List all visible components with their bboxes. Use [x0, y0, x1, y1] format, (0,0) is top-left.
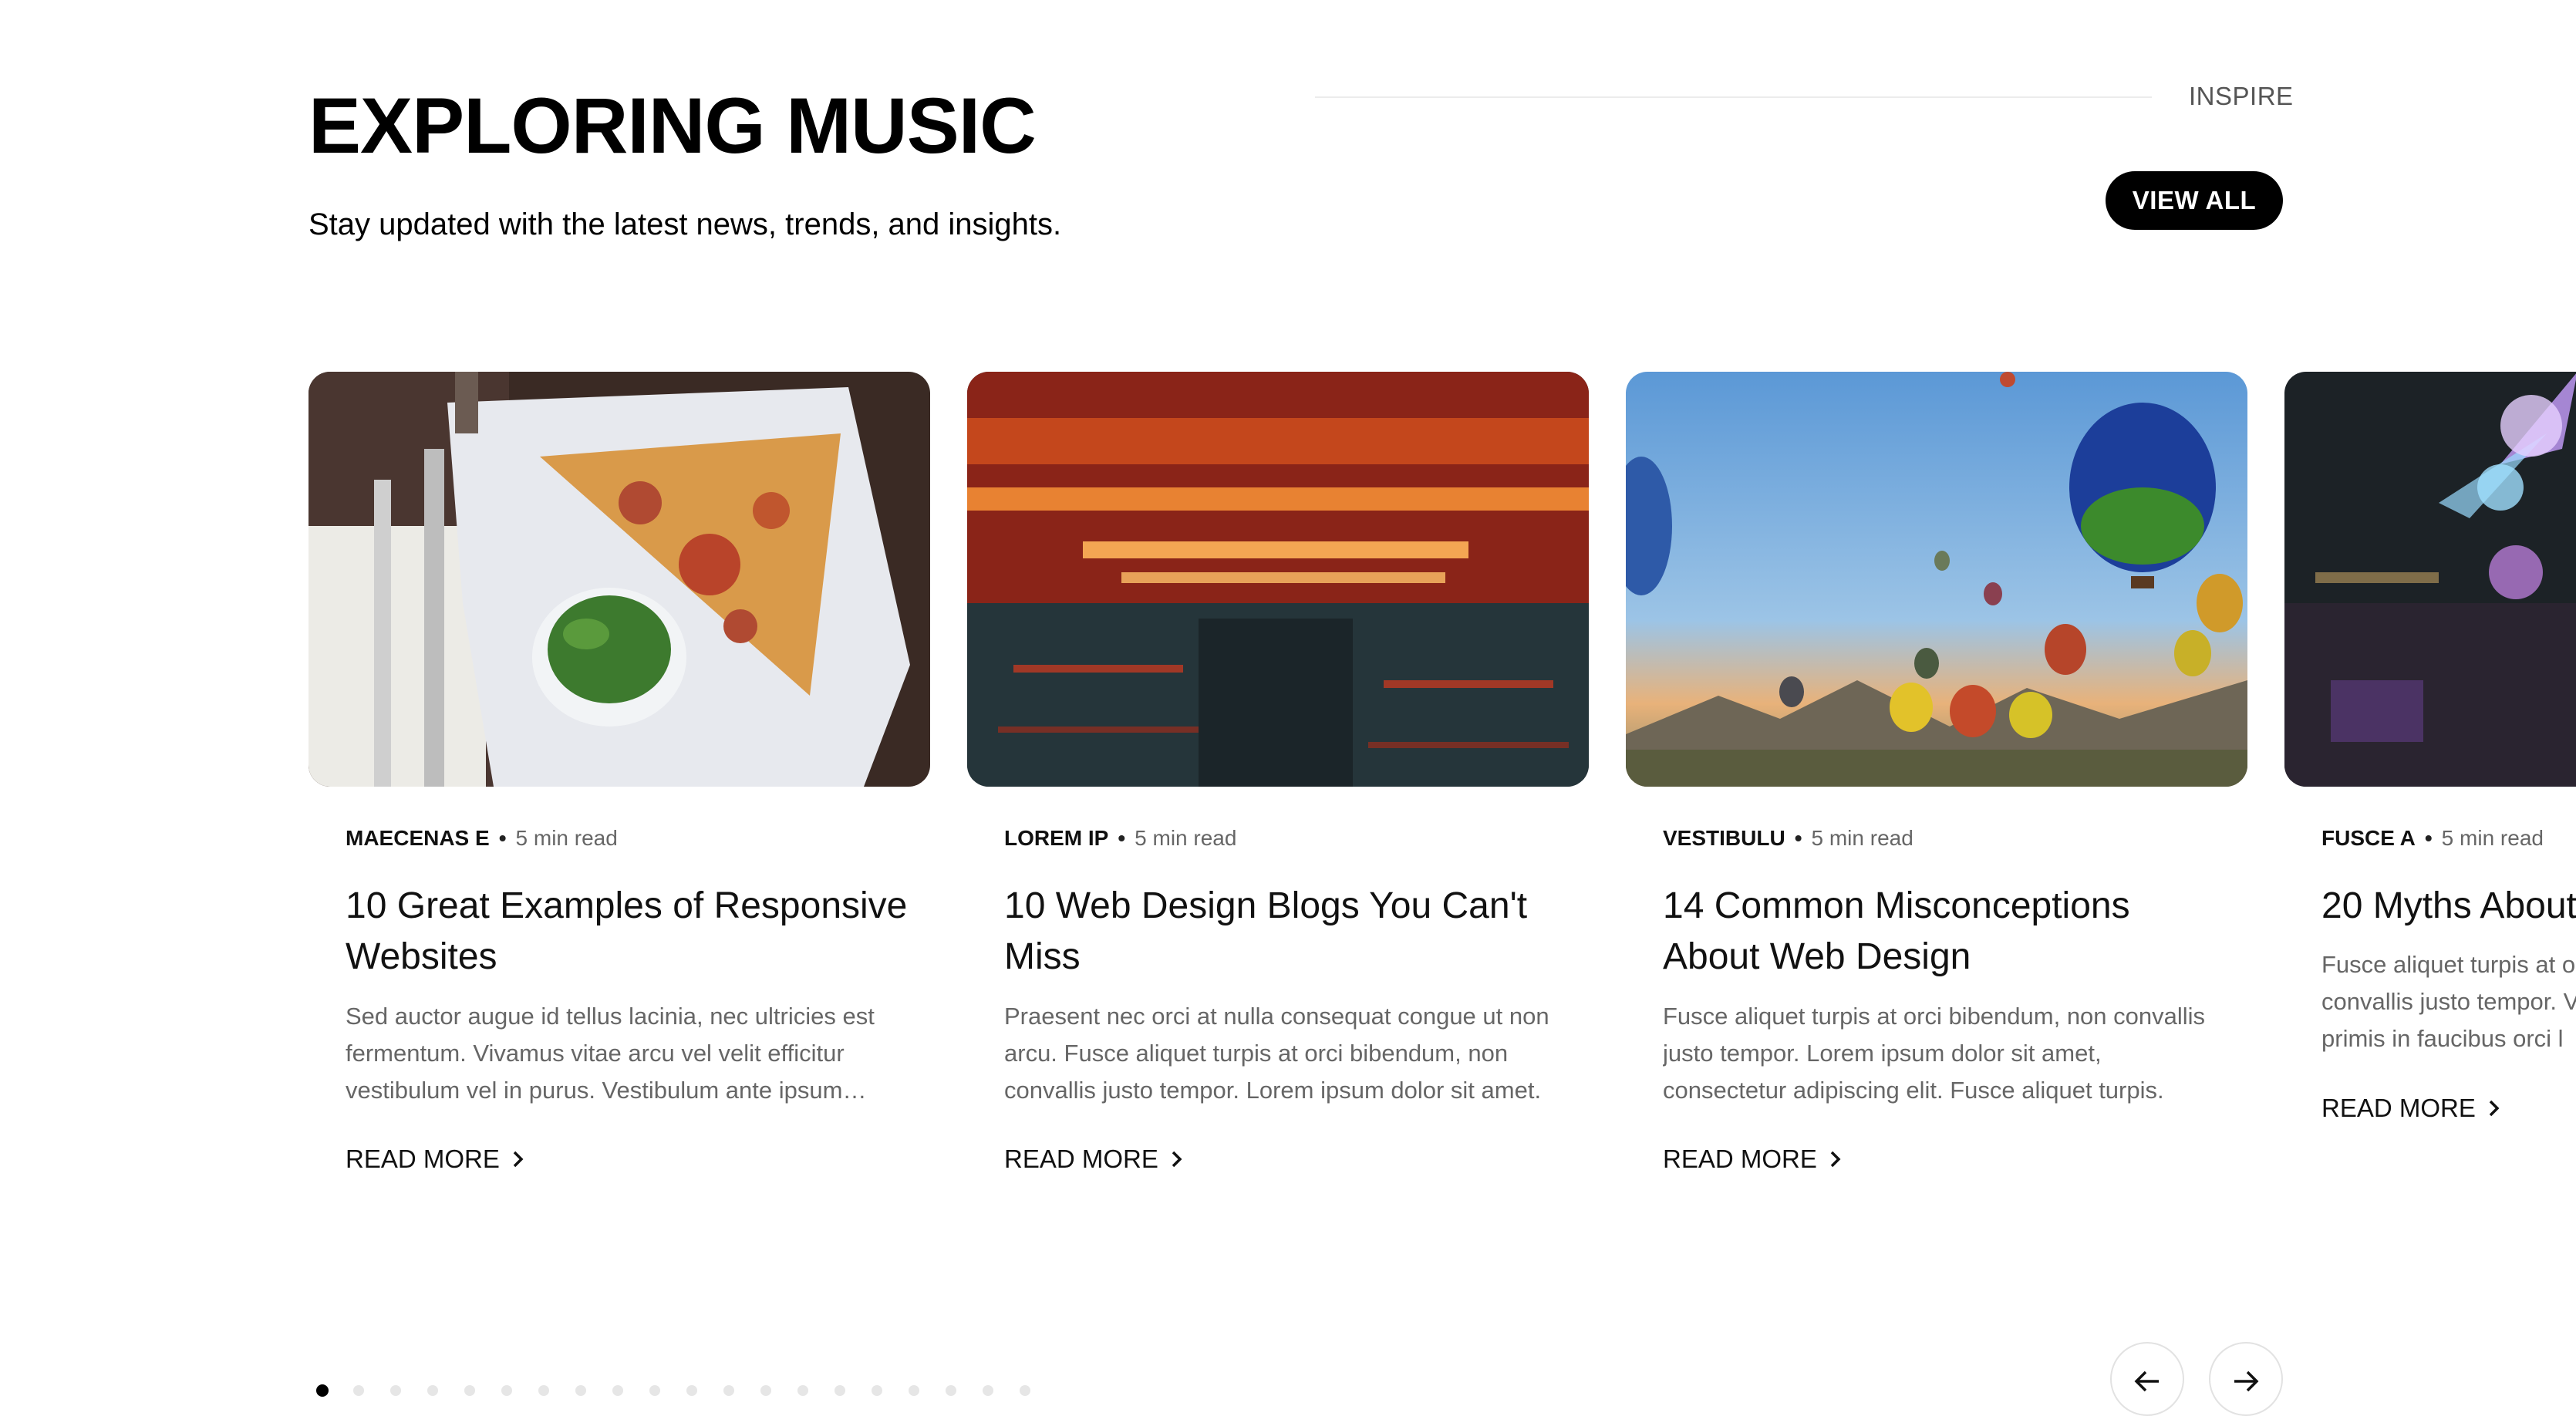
- card-excerpt: Fusce aliquet turpis at o convallis just…: [2321, 951, 2576, 1052]
- card-title[interactable]: 14 Common Misconceptions About Web Desig…: [1663, 881, 2234, 983]
- card-title[interactable]: 20 Myths About: [2321, 881, 2576, 932]
- pagination-dot[interactable]: [909, 1385, 919, 1396]
- card-read-time: 5 min read: [515, 826, 618, 850]
- chevron-right-icon: [513, 1151, 524, 1168]
- pagination-dot[interactable]: [872, 1385, 882, 1396]
- pagination-dot[interactable]: [464, 1385, 475, 1396]
- chevron-right-icon: [1172, 1151, 1182, 1168]
- carousel-prev-button[interactable]: [2110, 1342, 2184, 1416]
- arrow-right-icon: [2234, 1370, 2259, 1392]
- page-title: EXPLORING MUSIC: [309, 82, 1037, 170]
- card-read-time: 5 min read: [1811, 826, 1913, 850]
- card-category: MAECENAS E: [346, 826, 490, 850]
- article-card[interactable]: LOREM IP • 5 min read 10 Web Design Blogs …: [967, 372, 1589, 1205]
- carousel-next-button[interactable]: [2209, 1342, 2283, 1416]
- page-subtitle: Stay updated with the latest news, trend…: [309, 207, 1062, 241]
- read-more-link[interactable]: READ MORE: [1663, 1145, 1842, 1174]
- card-title[interactable]: 10 Web Design Blogs You Can't Miss: [1004, 881, 1575, 983]
- card-category: LOREM IP: [1004, 826, 1109, 850]
- pagination-dot[interactable]: [612, 1385, 623, 1396]
- header-divider: [1315, 96, 2152, 98]
- card-meta: VESTIBULU • 5 min read: [1663, 825, 1913, 851]
- read-more-link[interactable]: READ MORE: [2321, 1094, 2500, 1123]
- section-tag: INSPIRE: [2189, 82, 2294, 110]
- card-carousel: MAECENAS E • 5 min read 10 Great Examples …: [309, 372, 2576, 1205]
- meta-separator: •: [498, 826, 507, 850]
- pagination-dot[interactable]: [538, 1385, 549, 1396]
- pagination-dot[interactable]: [501, 1385, 512, 1396]
- card-image-neon[interactable]: [967, 372, 1589, 787]
- card-excerpt: Praesent nec orci at nulla consequat con…: [1004, 1003, 1549, 1104]
- pagination-dot[interactable]: [835, 1385, 845, 1396]
- pagination-dot[interactable]: [390, 1385, 401, 1396]
- pagination-dot[interactable]: [649, 1385, 660, 1396]
- card-category: VESTIBULU: [1663, 826, 1785, 850]
- card-title[interactable]: 10 Great Examples of Responsive Websites: [346, 881, 916, 983]
- card-read-time: 5 min read: [1135, 826, 1237, 850]
- pagination-dot[interactable]: [946, 1385, 956, 1396]
- meta-separator: •: [1118, 826, 1126, 850]
- read-more-label: READ MORE: [2321, 1094, 2476, 1122]
- pagination-dot[interactable]: [723, 1385, 734, 1396]
- pagination-dot[interactable]: [686, 1385, 697, 1396]
- read-more-label: READ MORE: [346, 1145, 500, 1173]
- article-card[interactable]: VESTIBULU • 5 min read 14 Common Misconcep…: [1626, 372, 2247, 1205]
- card-excerpt: Fusce aliquet turpis at orci bibendum, n…: [1663, 1003, 2206, 1104]
- meta-separator: •: [2424, 826, 2433, 850]
- card-image-balloons[interactable]: [1626, 372, 2247, 787]
- chevron-right-icon: [2489, 1100, 2500, 1117]
- card-meta: FUSCE A • 5 min read: [2321, 825, 2544, 851]
- meta-separator: •: [1794, 826, 1802, 850]
- article-card[interactable]: MAECENAS E • 5 min read 10 Great Examples …: [309, 372, 930, 1205]
- pagination-dot[interactable]: [797, 1385, 808, 1396]
- pagination-dot[interactable]: [1020, 1385, 1030, 1396]
- card-meta: LOREM IP • 5 min read: [1004, 825, 1236, 851]
- chevron-right-icon: [1830, 1151, 1841, 1168]
- read-more-label: READ MORE: [1004, 1145, 1158, 1173]
- read-more-link[interactable]: READ MORE: [346, 1145, 524, 1174]
- pagination-dot[interactable]: [983, 1385, 993, 1396]
- pagination-dot[interactable]: [760, 1385, 771, 1396]
- card-image-pizza[interactable]: [309, 372, 930, 787]
- pagination-dot[interactable]: [427, 1385, 438, 1396]
- card-read-time: 5 min read: [2441, 826, 2544, 850]
- card-meta: MAECENAS E • 5 min read: [346, 825, 618, 851]
- read-more-label: READ MORE: [1663, 1145, 1817, 1173]
- card-category: FUSCE A: [2321, 826, 2416, 850]
- arrow-left-icon: [2134, 1370, 2159, 1392]
- pagination-dot[interactable]: [575, 1385, 586, 1396]
- pagination-dot[interactable]: [353, 1385, 364, 1396]
- view-all-button[interactable]: VIEW ALL: [2106, 171, 2283, 230]
- card-image-concert[interactable]: [2284, 372, 2576, 787]
- read-more-link[interactable]: READ MORE: [1004, 1145, 1183, 1174]
- pagination-dot-active[interactable]: [316, 1384, 329, 1397]
- article-card[interactable]: FUSCE A • 5 min read 20 Myths About Fusce …: [2284, 372, 2576, 1205]
- card-excerpt: Sed auctor augue id tellus lacinia, nec …: [346, 1003, 875, 1104]
